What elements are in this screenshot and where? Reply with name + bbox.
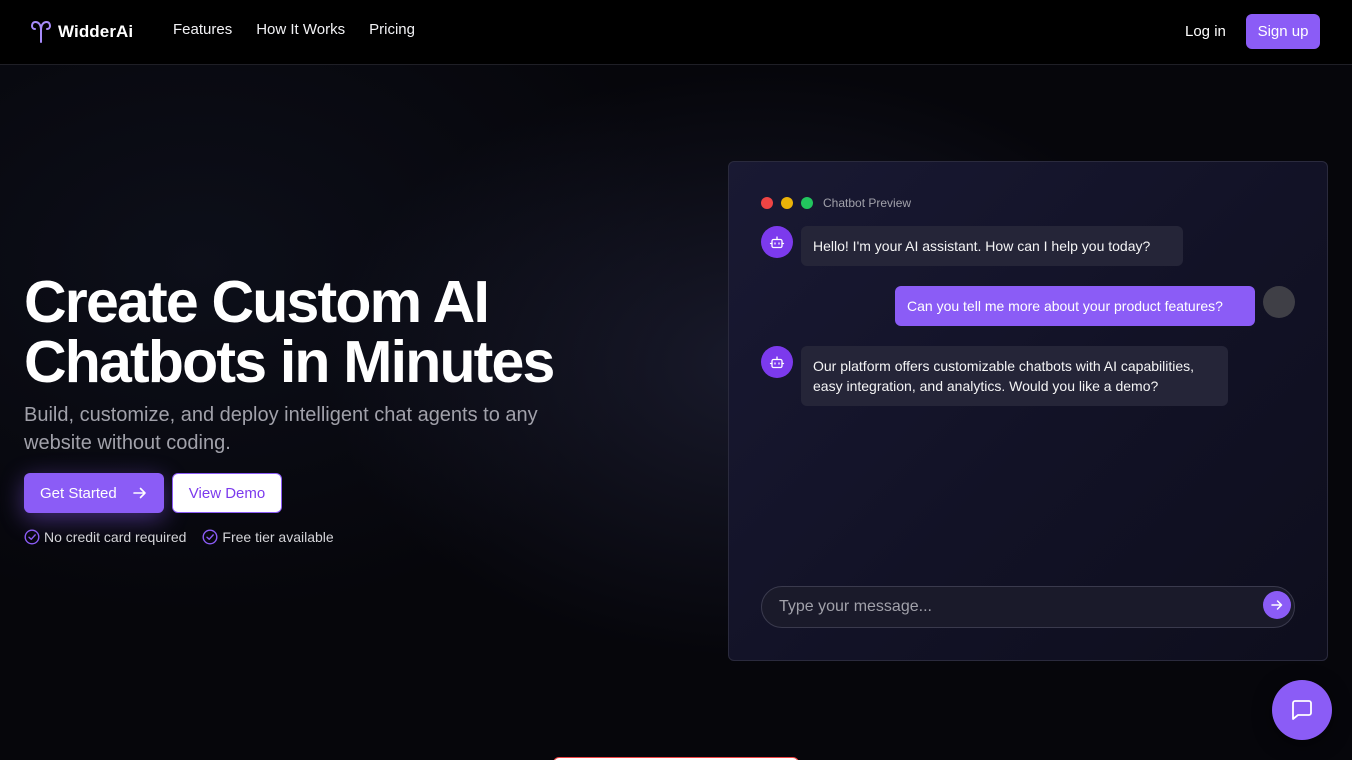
bot-avatar xyxy=(761,226,793,258)
top-navbar: WidderAi Features How It Works Pricing L… xyxy=(0,0,1352,65)
signup-button[interactable]: Sign up xyxy=(1246,14,1320,49)
hero-title-line-2: Chatbots in Minutes xyxy=(24,329,555,395)
arrow-right-icon xyxy=(132,487,146,499)
user-message-bubble: Can you tell me more about your product … xyxy=(895,286,1255,326)
bot-avatar xyxy=(761,346,793,378)
check-circle-icon xyxy=(24,529,40,545)
perks-list: No credit card required Free tier availa… xyxy=(24,529,334,545)
hero-title: Create Custom AI Chatbots in Minutes xyxy=(24,272,664,392)
chatbot-preview-label: Chatbot Preview xyxy=(823,196,912,210)
minimize-dot xyxy=(781,197,793,209)
nav-link-features[interactable]: Features xyxy=(173,21,232,38)
user-avatar xyxy=(1263,286,1295,318)
perk-item: No credit card required xyxy=(24,529,186,545)
view-demo-button[interactable]: View Demo xyxy=(172,473,282,513)
bot-message-bubble: Hello! I'm your AI assistant. How can I … xyxy=(801,226,1183,266)
nav-link-how-it-works[interactable]: How It Works xyxy=(256,21,345,38)
get-started-button[interactable]: Get Started xyxy=(24,473,164,513)
bot-icon xyxy=(769,236,785,249)
chat-message-input[interactable] xyxy=(761,586,1295,628)
chat-launcher-button[interactable] xyxy=(1272,680,1332,740)
get-started-label: Get Started xyxy=(40,484,117,502)
window-controls: Chatbot Preview xyxy=(761,196,911,210)
brand-logo[interactable]: WidderAi xyxy=(30,20,133,44)
arrow-right-icon xyxy=(1271,600,1283,610)
aries-icon xyxy=(30,20,52,43)
hero-title-line-1: Create Custom AI xyxy=(24,269,490,335)
nav-links: Features How It Works Pricing xyxy=(173,21,415,38)
perk-label: Free tier available xyxy=(222,529,334,545)
bot-icon xyxy=(769,356,785,369)
chatbot-preview-card: Chatbot Preview Hello! I'm your AI assis… xyxy=(728,161,1328,661)
brand-name: WidderAi xyxy=(58,22,134,41)
perk-item: Free tier available xyxy=(202,529,334,545)
close-dot xyxy=(761,197,773,209)
send-message-button[interactable] xyxy=(1263,591,1291,619)
check-circle-icon xyxy=(202,529,218,545)
hero-subtitle: Build, customize, and deploy intelligent… xyxy=(24,404,538,454)
message-square-icon xyxy=(1292,700,1312,720)
nav-link-pricing[interactable]: Pricing xyxy=(369,21,415,38)
bot-message-bubble: Our platform offers customizable chatbot… xyxy=(801,346,1228,406)
maximize-dot xyxy=(801,197,813,209)
login-link[interactable]: Log in xyxy=(1185,23,1226,40)
perk-label: No credit card required xyxy=(44,529,187,545)
